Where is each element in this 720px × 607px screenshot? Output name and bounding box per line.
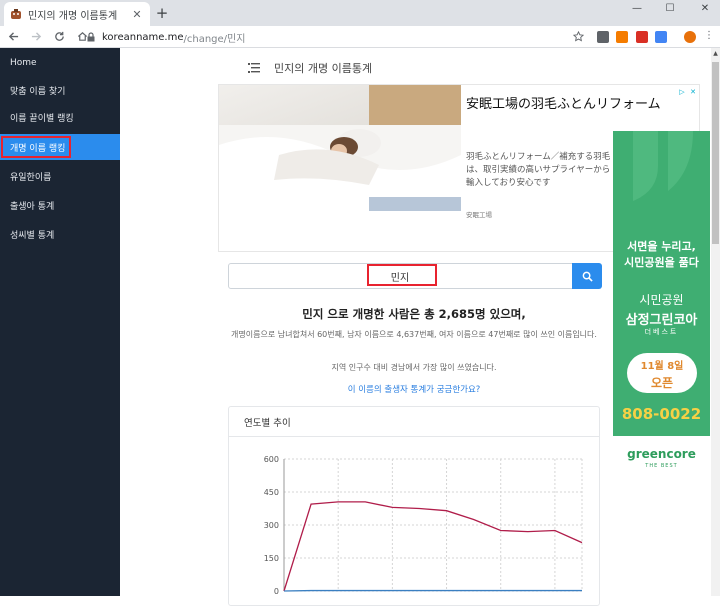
forward-arrow-icon [31,31,42,42]
lock-icon [86,32,96,42]
back-button[interactable] [3,27,23,47]
scrollbar-thumb[interactable] [712,62,719,244]
birth-stats-link[interactable]: 이 이름의 출생자 통계가 궁금한가요? [228,383,600,395]
sidebar: Home 맞춤 이름 찾기 이름 끝이별 랭킹 개명 이름 랭킹 유일한이름 출… [0,48,120,596]
close-window-button[interactable]: ✕ [695,3,715,17]
ad-side-date: 11월 8일 [627,357,697,372]
sidebar-item-custom-search[interactable]: 맞춤 이름 찾기 [0,77,120,103]
bookmark-star-icon[interactable] [573,31,584,42]
y-tick-label: 600 [264,455,279,464]
ad-side-line2: 시민공원을 품다 [613,255,710,271]
url-host: koreanname.me [102,32,184,43]
y-tick-label: 450 [264,488,279,497]
address-bar[interactable]: koreanname.me /change/민지 [86,28,596,46]
sidebar-item-label: Home [10,58,37,68]
ad-side-phone: 808-0022 [613,405,710,423]
search-icon [582,271,593,282]
page-title: 민지의 개명 이름통계 [274,60,372,76]
tab-close-icon[interactable]: ✕ [130,8,144,21]
sidebar-item-home[interactable]: Home [0,50,120,76]
url-path: /change/민지 [184,30,246,45]
ad-photo-illustration [219,85,461,211]
kebab-menu-icon[interactable]: ⋮ [704,30,710,42]
sidebar-item-birth-stats[interactable]: 출생아 통계 [0,192,120,218]
ad-title: 安眠工場の羽毛ふとんリフォーム [466,93,698,112]
result-detail: 개명이름으로 남녀합쳐서 60번째, 남자 이름으로 4,637번째, 여자 이… [228,328,600,341]
menu-toggle-icon[interactable] [248,63,260,73]
ad-side-line4: 삼정그린코아 [613,309,710,328]
ad-side-line1: 서면을 누리고, [613,239,710,255]
sidebar-item-unique-names[interactable]: 유일한이름 [0,163,120,189]
sidebar-item-ending-ranking[interactable]: 이름 끝이별 랭킹 [0,104,120,130]
browser-toolbar: koreanname.me /change/민지 ⋮ [0,26,720,48]
yearly-trend-card: 연도별 추이 0 150 300 450 600 [228,406,600,606]
y-tick-label: 150 [264,554,279,563]
tab-strip: 민지의 개명 이름통계 ✕ + — ☐ ✕ [0,0,720,26]
forward-button[interactable] [26,27,46,47]
browser-tab[interactable]: 민지의 개명 이름통계 ✕ [4,2,150,26]
favicon-icon [10,8,22,20]
scroll-up-arrow-icon[interactable]: ▲ [711,48,720,60]
ad-side-brand: greencore [613,447,710,461]
ad-info-icon[interactable]: ▷ [677,87,687,97]
sidebar-item-surname-stats[interactable]: 성씨별 통계 [0,221,120,247]
ad-side-pattern [613,131,710,231]
sidebar-item-label: 이름 끝이별 랭킹 [10,111,74,124]
ad-brand: 安眠工場 [466,209,492,219]
series-line-0 [284,502,582,591]
ad-side-line3: 시민공원 [613,291,710,308]
ad-banner-side[interactable]: 서면을 누리고, 시민공원을 품다 시민공원 삼정그린코아 더베스트 11월 8… [613,131,710,491]
tab-title: 민지의 개명 이름통계 [28,7,130,22]
back-arrow-icon [8,31,19,42]
result-region: 지역 인구수 대비 경남에서 가장 많이 쓰였습니다. [228,362,600,373]
ext-orange-icon[interactable] [616,31,628,43]
minimize-button[interactable]: — [627,3,647,17]
sidebar-item-label: 유일한이름 [10,170,51,183]
annotation-highlight-search [367,264,437,286]
sidebar-item-label: 성씨별 통계 [10,228,54,241]
ad-close-icon[interactable]: ✕ [688,87,698,97]
search-button[interactable] [572,263,602,289]
annotation-highlight-sidebar [1,136,71,158]
y-tick-label: 300 [264,521,279,530]
translate-icon[interactable] [655,31,667,43]
y-tick-label: 0 [274,587,279,596]
maximize-button[interactable]: ☐ [660,3,680,17]
ext-red-icon[interactable] [636,31,648,43]
profile-avatar[interactable] [684,31,696,43]
main-content: 민지의 개명 이름통계 安眠工場の羽毛ふとんリフォーム 羽毛ふとんリフォーム／補… [120,48,720,596]
ad-side-open: 오픈 [627,374,697,391]
ad-description: 羽毛ふとんリフォーム／補充する羽毛は、取引実績の高いサプライヤーから輸入しており… [466,151,616,190]
sidebar-item-label: 출생아 통계 [10,199,54,212]
sidebar-item-label: 맞춤 이름 찾기 [10,84,65,97]
page-header: 민지의 개명 이름통계 [248,60,372,76]
page-scrollbar[interactable]: ▲ [711,48,720,596]
ad-photo [219,85,461,211]
result-headline: 민지 으로 개명한 사람은 총 2,685명 있으며, [228,306,600,322]
ext-cast-icon[interactable] [597,31,609,43]
reload-button[interactable] [49,27,69,47]
card-title: 연도별 추이 [229,407,599,437]
yearly-trend-chart: 0 150 300 450 600 [229,437,599,607]
ad-side-brand-sub: THE BEST [613,463,710,469]
new-tab-button[interactable]: + [154,5,170,21]
ad-side-line5: 더베스트 [613,327,710,337]
reload-icon [54,31,65,42]
